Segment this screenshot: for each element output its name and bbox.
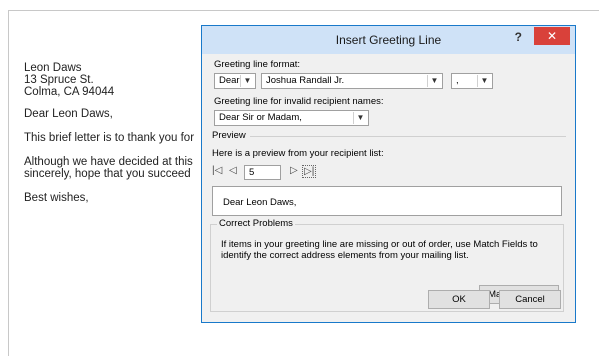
cancel-button[interactable]: Cancel <box>499 290 561 309</box>
chevron-down-icon: ▼ <box>240 75 254 87</box>
greeting-preview-box: Dear Leon Daws, <box>212 186 562 216</box>
letter-body: Leon Daws 13 Spruce St. Colma, CA 94044 … <box>24 62 194 204</box>
letter-paragraph-2-line-2: sincerely, hope that you succeed <box>24 168 191 180</box>
letter-salutation: Dear Leon Daws, <box>24 108 113 120</box>
name-format-select[interactable]: Joshua Randall Jr. ▼ <box>261 73 443 89</box>
help-icon[interactable]: ? <box>515 30 522 44</box>
correct-problems-title: Correct Problems <box>217 218 295 229</box>
chevron-down-icon: ▼ <box>353 112 367 124</box>
invalid-names-select[interactable]: Dear Sir or Madam, ▼ <box>214 110 369 126</box>
insert-greeting-line-dialog: Insert Greeting Line ? ✕ Greeting line f… <box>201 25 576 323</box>
letter-paragraph-2-line-1: Although we have decided at this <box>24 156 193 168</box>
chevron-down-icon: ▼ <box>477 75 491 87</box>
chevron-down-icon: ▼ <box>427 75 441 87</box>
ok-button[interactable]: OK <box>428 290 490 309</box>
last-record-icon[interactable]: ▷| <box>302 165 317 178</box>
record-number-input[interactable]: 5 <box>244 165 281 180</box>
preview-section-label: Preview <box>212 130 246 141</box>
close-button[interactable]: ✕ <box>534 27 570 45</box>
first-record-icon[interactable]: |◁ <box>212 165 222 176</box>
letter-closing: Best wishes, <box>24 192 89 204</box>
previous-record-icon[interactable]: ◁ <box>229 165 237 176</box>
dialog-titlebar[interactable]: Insert Greeting Line ? ✕ <box>202 26 575 54</box>
next-record-icon[interactable]: ▷ <box>290 165 298 176</box>
salutation-select[interactable]: Dear ▼ <box>214 73 256 89</box>
letter-paragraph-1: This brief letter is to thank you for <box>24 132 195 144</box>
correct-problems-text: If items in your greeting line are missi… <box>221 239 538 261</box>
preview-divider <box>250 136 566 137</box>
recipient-city: Colma, CA 94044 <box>24 86 115 98</box>
punctuation-select[interactable]: , ▼ <box>451 73 493 89</box>
greeting-format-label: Greeting line format: <box>214 59 301 70</box>
greeting-preview-text: Dear Leon Daws, <box>223 197 297 208</box>
recipient-name: Leon Daws <box>24 62 82 74</box>
invalid-names-label: Greeting line for invalid recipient name… <box>214 96 384 107</box>
preview-sublabel: Here is a preview from your recipient li… <box>212 148 384 159</box>
recipient-street: 13 Spruce St. <box>24 74 94 86</box>
